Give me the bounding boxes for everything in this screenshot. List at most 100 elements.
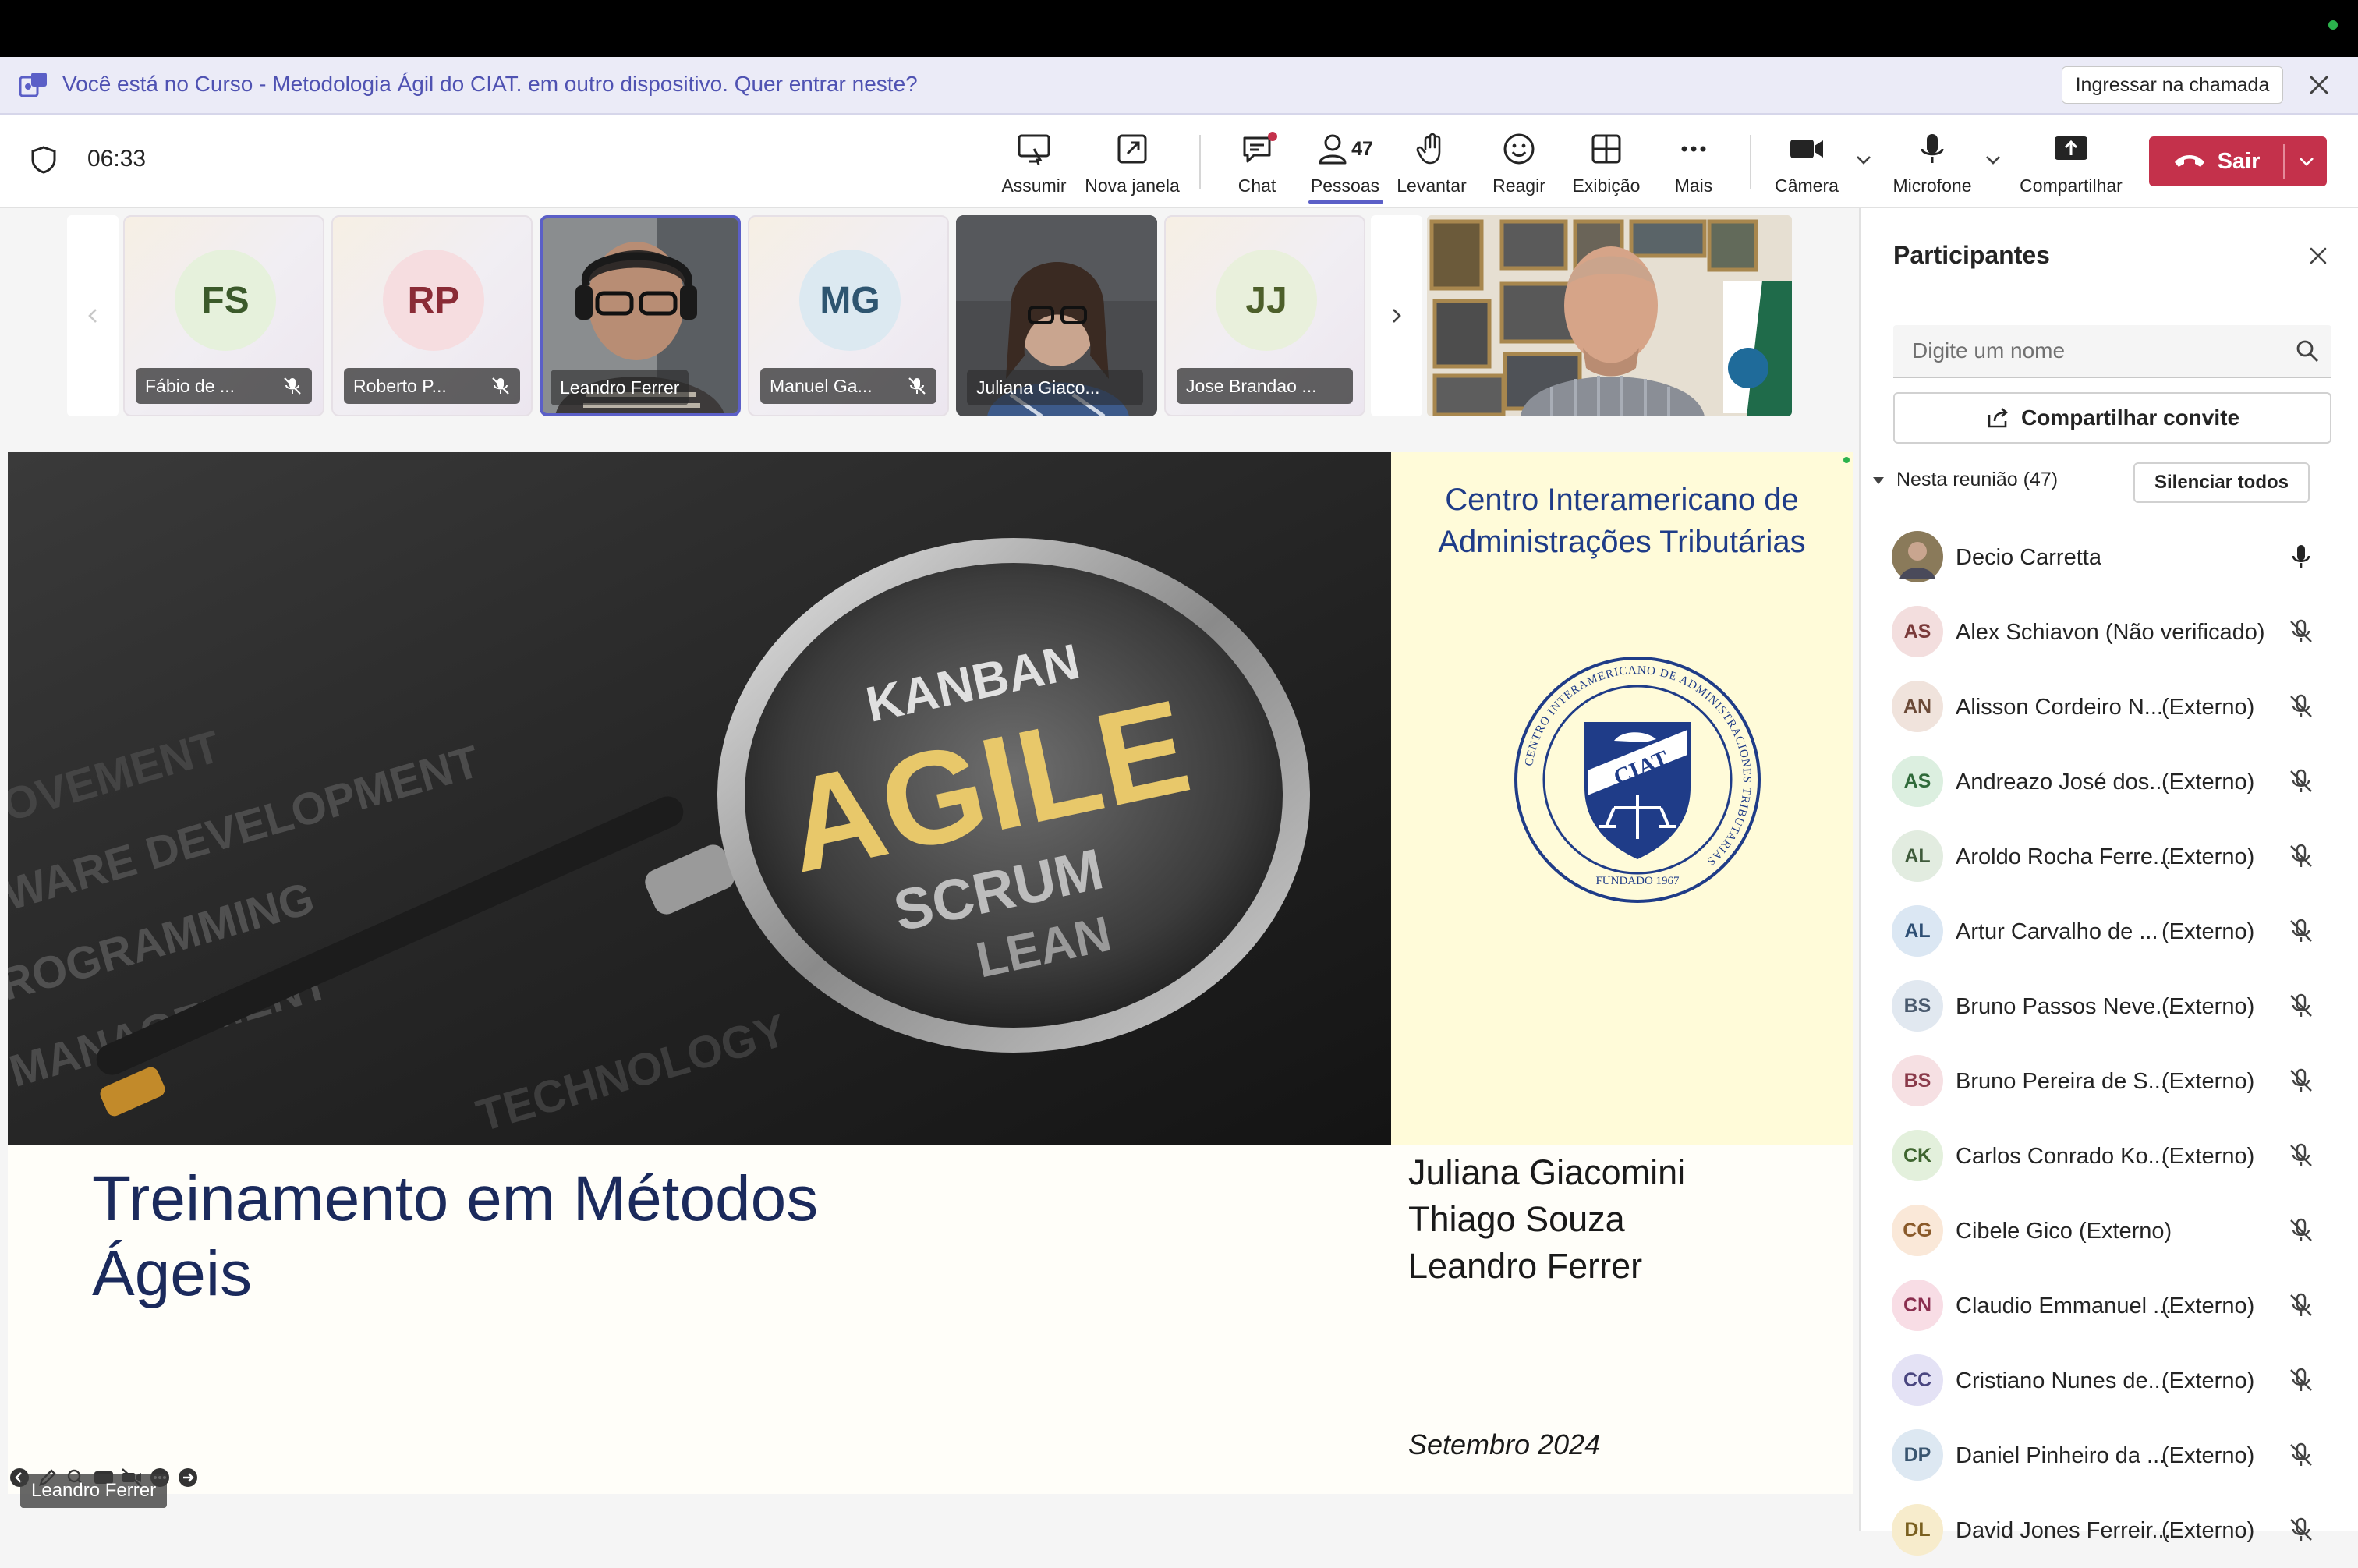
mic-off-icon[interactable] bbox=[2286, 692, 2316, 721]
video-tile[interactable]: MG Manuel Ga... bbox=[748, 215, 949, 416]
chevron-down-icon[interactable] bbox=[1850, 146, 1878, 174]
toolbar-separator bbox=[1199, 135, 1201, 189]
participant-row[interactable]: DP Daniel Pinheiro da ... (Externo) bbox=[1892, 1418, 2328, 1493]
mic-off-icon bbox=[908, 377, 926, 395]
mic-off-icon[interactable] bbox=[2286, 1365, 2316, 1395]
video-tile[interactable]: JJ Jose Brandao ... bbox=[1164, 215, 1365, 416]
leave-divider bbox=[2283, 144, 2285, 179]
camera-indicator-dot bbox=[2328, 20, 2338, 30]
people-count: 47 bbox=[1351, 137, 1373, 160]
share-invite-button[interactable]: Compartilhar convite bbox=[1893, 392, 2331, 444]
search-input[interactable]: Digite um nome bbox=[1893, 325, 2331, 378]
avatar: AS bbox=[1892, 756, 1943, 807]
participant-name-pill: Leandro Ferrer bbox=[551, 370, 689, 405]
take-control-button[interactable]: Assumir bbox=[995, 126, 1073, 200]
view-button[interactable]: Exibição bbox=[1569, 126, 1644, 200]
close-icon[interactable] bbox=[2305, 71, 2333, 99]
participant-name: Manuel Ga... bbox=[770, 375, 873, 396]
video-tile[interactable]: Juliana Giaco... bbox=[956, 215, 1157, 416]
video-tile-active-speaker[interactable]: Leandro Ferrer bbox=[540, 215, 741, 416]
participant-row[interactable]: AL Artur Carvalho de ... (Externo) bbox=[1892, 894, 2328, 969]
mic-off-icon[interactable] bbox=[2286, 1216, 2316, 1245]
share-icon bbox=[1988, 408, 2008, 428]
participant-name: Jose Brandao ... bbox=[1186, 375, 1317, 396]
video-tile[interactable]: FS Fábio de ... bbox=[123, 215, 324, 416]
participant-row[interactable]: AS Andreazo José dos... (Externo) bbox=[1892, 745, 2328, 819]
mic-off-icon[interactable] bbox=[2286, 1440, 2316, 1470]
seal-founded-text: FUNDADO 1967 bbox=[1595, 875, 1680, 887]
leave-main[interactable]: Sair bbox=[2149, 136, 2283, 186]
avatar: CG bbox=[1892, 1205, 1943, 1256]
microphone-icon[interactable] bbox=[2286, 542, 2316, 572]
new-window-icon bbox=[1117, 134, 1147, 164]
external-tag: (Externo) bbox=[2162, 994, 2255, 1019]
mic-off-icon[interactable] bbox=[2286, 766, 2316, 796]
mic-off-icon[interactable] bbox=[2286, 1066, 2316, 1095]
participant-row[interactable]: BS Bruno Pereira de S... (Externo) bbox=[1892, 1044, 2328, 1119]
react-button[interactable]: Reagir bbox=[1482, 126, 1556, 200]
mic-off-icon[interactable] bbox=[2286, 916, 2316, 946]
strip-next-button[interactable] bbox=[1371, 215, 1422, 416]
mic-off-icon[interactable] bbox=[2286, 617, 2316, 646]
external-tag: (Externo) bbox=[2162, 1069, 2255, 1094]
share-button[interactable]: Compartilhar bbox=[2016, 126, 2126, 200]
people-button[interactable]: 47 Pessoas bbox=[1304, 126, 1386, 200]
external-tag: (Externo) bbox=[2162, 770, 2255, 795]
participant-name: Bruno Pereira de S... bbox=[1956, 1069, 2167, 1094]
mic-off-icon[interactable] bbox=[2286, 1290, 2316, 1320]
avatar bbox=[1892, 531, 1943, 582]
caret-down-icon bbox=[1873, 476, 1884, 484]
forward-icon[interactable] bbox=[176, 1466, 200, 1489]
mic-off-icon[interactable] bbox=[2286, 1515, 2316, 1545]
chevron-down-icon[interactable] bbox=[2292, 147, 2321, 175]
camera-icon bbox=[1790, 140, 1823, 158]
camera-button[interactable]: Câmera bbox=[1767, 126, 1846, 200]
self-video-tile[interactable] bbox=[1427, 215, 1792, 416]
participant-row[interactable]: CK Carlos Conrado Ko... (Externo) bbox=[1892, 1119, 2328, 1194]
participant-row[interactable]: BS Bruno Passos Neve... (Externo) bbox=[1892, 969, 2328, 1044]
participant-row[interactable]: CC Cristiano Nunes de... (Externo) bbox=[1892, 1343, 2328, 1418]
raise-hand-icon bbox=[1416, 133, 1441, 165]
participant-row[interactable]: DL David Jones Ferreir... (Externo) bbox=[1892, 1493, 2328, 1568]
slide-title-line: Treinamento em Métodos bbox=[92, 1163, 819, 1234]
external-tag: (Externo) bbox=[2162, 695, 2255, 720]
participant-row[interactable]: AS Alex Schiavon (Não verificado) bbox=[1892, 595, 2328, 670]
transfer-device-icon bbox=[19, 73, 47, 97]
participant-name: Artur Carvalho de ... bbox=[1956, 919, 2158, 944]
raise-hand-button[interactable]: Levantar bbox=[1394, 126, 1469, 200]
mic-off-icon[interactable] bbox=[2286, 1141, 2316, 1170]
meeting-timer: 06:33 bbox=[87, 146, 147, 172]
participant-row[interactable]: CN Claudio Emmanuel ... (Externo) bbox=[1892, 1269, 2328, 1343]
participant-name: Claudio Emmanuel ... bbox=[1956, 1294, 2172, 1318]
shield-icon[interactable] bbox=[28, 144, 59, 175]
participant-row[interactable]: Decio Carretta bbox=[1892, 520, 2328, 595]
people-label: Pessoas bbox=[1310, 175, 1380, 196]
participant-row[interactable]: AN Alisson Cordeiro N... (Externo) bbox=[1892, 670, 2328, 745]
participant-row[interactable]: AL Aroldo Rocha Ferre... (Externo) bbox=[1892, 819, 2328, 894]
participant-row[interactable]: CG Cibele Gico (Externo) bbox=[1892, 1194, 2328, 1269]
slide-photo: IMPROVEMENT SOFTWARE DEVELOPMENT PROGRAM… bbox=[8, 452, 1391, 1145]
slide-title: Treinamento em Métodos Ágeis bbox=[92, 1162, 1028, 1311]
camera-label: Câmera bbox=[1775, 175, 1839, 196]
close-icon[interactable] bbox=[2305, 242, 2331, 269]
other-device-banner: Você está no Curso - Metodologia Ágil do… bbox=[0, 57, 2358, 115]
leave-button[interactable]: Sair bbox=[2149, 136, 2327, 186]
join-call-button[interactable]: Ingressar na chamada bbox=[2062, 66, 2283, 104]
video-tile[interactable]: RP Roberto P... bbox=[331, 215, 533, 416]
mic-off-icon[interactable] bbox=[2286, 841, 2316, 871]
slide-organization: Centro Interamericano de Administrações … bbox=[1438, 483, 1806, 559]
in-meeting-section-toggle[interactable]: Nesta reunião (47) bbox=[1871, 469, 2058, 491]
new-window-button[interactable]: Nova janela bbox=[1084, 126, 1181, 200]
more-button[interactable]: Mais bbox=[1656, 126, 1731, 200]
avatar: BS bbox=[1892, 1055, 1943, 1106]
mute-all-button[interactable]: Silenciar todos bbox=[2133, 462, 2310, 503]
presenter-name: Thiago Souza bbox=[1408, 1199, 1625, 1239]
chat-button[interactable]: Chat bbox=[1220, 126, 1294, 200]
microphone-button[interactable]: Microfone bbox=[1887, 126, 1977, 200]
chevron-right-icon bbox=[1393, 309, 1401, 323]
strip-prev-button[interactable] bbox=[67, 215, 119, 416]
participant-name-pill: Juliana Giaco... bbox=[967, 370, 1143, 405]
mic-off-icon[interactable] bbox=[2286, 991, 2316, 1021]
chevron-down-icon[interactable] bbox=[1979, 146, 2007, 174]
participant-name: Cibele Gico (Externo) bbox=[1956, 1219, 2172, 1244]
